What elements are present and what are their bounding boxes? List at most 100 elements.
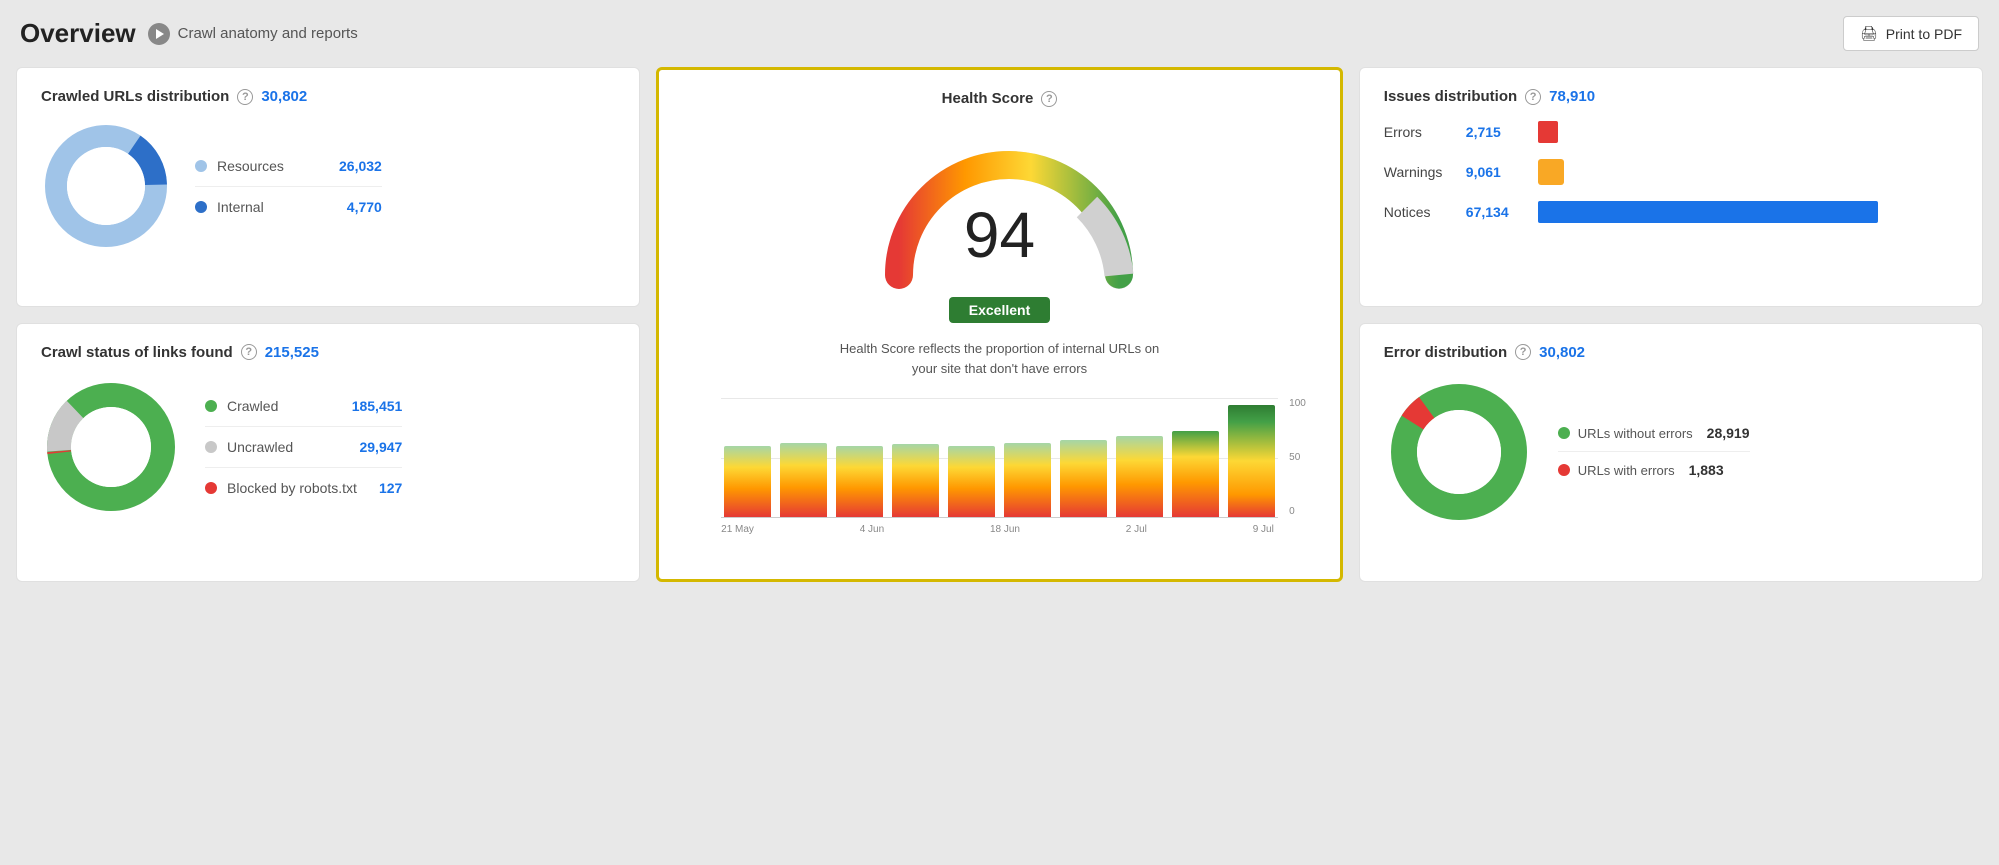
- issues-distribution-card: Issues distribution ? 78,910 Errors 2,71…: [1359, 67, 1983, 307]
- issues-list: Errors 2,715 Warnings 9,061 Notices 67,1…: [1384, 121, 1958, 223]
- health-score-badge: Excellent: [949, 297, 1050, 323]
- error-dist-container: URLs without errors 28,919 URLs with err…: [1384, 377, 1958, 527]
- bar-4: [892, 444, 939, 517]
- bar-chart-inner: 100 50 0: [721, 398, 1278, 518]
- bar-col-6: [1001, 398, 1053, 517]
- issue-warnings-row: Warnings 9,061: [1384, 159, 1958, 185]
- bar-col-1: [721, 398, 773, 517]
- y-label-50: 50: [1289, 452, 1306, 463]
- bar-8: [1116, 436, 1163, 517]
- print-label: Print to PDF: [1886, 26, 1962, 42]
- crawled-urls-help-icon[interactable]: ?: [237, 89, 253, 105]
- issue-notices-bar: [1538, 201, 1878, 223]
- crawl-status-help-icon[interactable]: ?: [241, 344, 257, 360]
- blocked-dot: [205, 482, 217, 494]
- x-label-4jun: 4 Jun: [860, 524, 884, 535]
- bar-col-4: [889, 398, 941, 517]
- error-dist-help-icon[interactable]: ?: [1515, 344, 1531, 360]
- crawled-urls-card: Crawled URLs distribution ? 30,802 Resou…: [16, 67, 640, 307]
- health-score-gauge: 94: [869, 127, 1129, 287]
- issue-errors-label: Errors: [1384, 124, 1454, 140]
- resources-value: 26,032: [339, 158, 382, 174]
- bar-col-8: [1114, 398, 1166, 517]
- crawl-status-legend: Crawled 185,451 Uncrawled 29,947 Blocked…: [205, 398, 402, 496]
- bar-col-3: [833, 398, 885, 517]
- with-errors-dot: [1558, 464, 1570, 476]
- crawled-dot: [205, 400, 217, 412]
- error-dist-title: Error distribution: [1384, 344, 1507, 361]
- bar-2: [780, 443, 827, 517]
- header-left: Overview Crawl anatomy and reports: [20, 18, 358, 49]
- dashboard: Crawled URLs distribution ? 30,802 Resou…: [16, 67, 1983, 582]
- bar-col-2: [777, 398, 829, 517]
- crawl-status-header: Crawl status of links found ? 215,525: [41, 344, 615, 361]
- error-legend: URLs without errors 28,919 URLs with err…: [1558, 425, 1750, 478]
- crawled-urls-donut-container: Resources 26,032 Internal 4,770: [41, 121, 615, 251]
- issue-notices-row: Notices 67,134: [1384, 201, 1958, 223]
- bar-9: [1172, 431, 1219, 517]
- crawled-urls-legend: Resources 26,032 Internal 4,770: [195, 158, 382, 215]
- internal-label: Internal: [217, 199, 325, 215]
- bar-col-10: [1226, 398, 1278, 517]
- print-to-pdf-button[interactable]: 🖨 Print to PDF: [1843, 16, 1979, 51]
- legend-no-errors: URLs without errors 28,919: [1558, 425, 1750, 441]
- x-label-18jun: 18 Jun: [990, 524, 1020, 535]
- bar-3: [836, 446, 883, 517]
- y-label-100: 100: [1289, 398, 1306, 409]
- x-axis-labels: 21 May 4 Jun 18 Jun 2 Jul 9 Jul: [721, 524, 1278, 535]
- no-errors-label: URLs without errors: [1578, 426, 1693, 441]
- uncrawled-value: 29,947: [359, 439, 402, 455]
- print-icon: 🖨: [1860, 25, 1878, 42]
- issues-header: Issues distribution ? 78,910: [1384, 88, 1958, 105]
- x-label-9jul: 9 Jul: [1253, 524, 1274, 535]
- error-dist-total: 30,802: [1539, 344, 1585, 361]
- crawled-urls-header: Crawled URLs distribution ? 30,802: [41, 88, 615, 105]
- crawl-status-donut: [41, 377, 181, 517]
- resources-dot: [195, 160, 207, 172]
- x-label-2jul: 2 Jul: [1126, 524, 1147, 535]
- with-errors-label: URLs with errors: [1578, 463, 1675, 478]
- bar-col-5: [945, 398, 997, 517]
- crawl-status-card: Crawl status of links found ? 215,525 Cr…: [16, 323, 640, 583]
- crawl-status-total: 215,525: [265, 344, 319, 361]
- health-score-chart: 100 50 0: [721, 398, 1278, 559]
- breadcrumb: Crawl anatomy and reports: [148, 23, 358, 45]
- issues-help-icon[interactable]: ?: [1525, 89, 1541, 105]
- resources-label: Resources: [217, 158, 317, 174]
- bar-10: [1228, 405, 1275, 517]
- issue-warnings-value: 9,061: [1466, 164, 1526, 180]
- uncrawled-dot: [205, 441, 217, 453]
- legend-with-errors: URLs with errors 1,883: [1558, 462, 1750, 478]
- crawled-urls-total: 30,802: [261, 88, 307, 105]
- crawled-value: 185,451: [352, 398, 403, 414]
- no-errors-dot: [1558, 427, 1570, 439]
- crawled-urls-title: Crawled URLs distribution: [41, 88, 229, 105]
- breadcrumb-text: Crawl anatomy and reports: [178, 25, 358, 42]
- bar-6: [1004, 443, 1051, 517]
- legend-blocked: Blocked by robots.txt 127: [205, 480, 402, 496]
- crawl-status-donut-container: Crawled 185,451 Uncrawled 29,947 Blocked…: [41, 377, 615, 517]
- bar-5: [948, 446, 995, 517]
- health-score-help-icon[interactable]: ?: [1041, 91, 1057, 107]
- health-score-title: Health Score: [942, 90, 1034, 107]
- with-errors-value: 1,883: [1689, 462, 1724, 478]
- bar-col-9: [1170, 398, 1222, 517]
- issues-title: Issues distribution: [1384, 88, 1517, 105]
- crawl-status-title: Crawl status of links found: [41, 344, 233, 361]
- blocked-label: Blocked by robots.txt: [227, 480, 357, 496]
- bar-7: [1060, 440, 1107, 517]
- issue-warnings-bar: [1538, 159, 1564, 185]
- health-score-value: 94: [964, 203, 1035, 267]
- internal-value: 4,770: [347, 199, 382, 215]
- no-errors-value: 28,919: [1707, 425, 1750, 441]
- error-distribution-card: Error distribution ? 30,802 URLs without…: [1359, 323, 1983, 583]
- issue-errors-row: Errors 2,715: [1384, 121, 1958, 143]
- health-score-description: Health Score reflects the proportion of …: [839, 339, 1159, 378]
- error-dist-header: Error distribution ? 30,802: [1384, 344, 1958, 361]
- crawled-label: Crawled: [227, 398, 330, 414]
- crawled-urls-donut: [41, 121, 171, 251]
- issue-notices-label: Notices: [1384, 204, 1454, 220]
- page-title: Overview: [20, 18, 136, 49]
- y-label-0: 0: [1289, 506, 1306, 517]
- blocked-value: 127: [379, 480, 402, 496]
